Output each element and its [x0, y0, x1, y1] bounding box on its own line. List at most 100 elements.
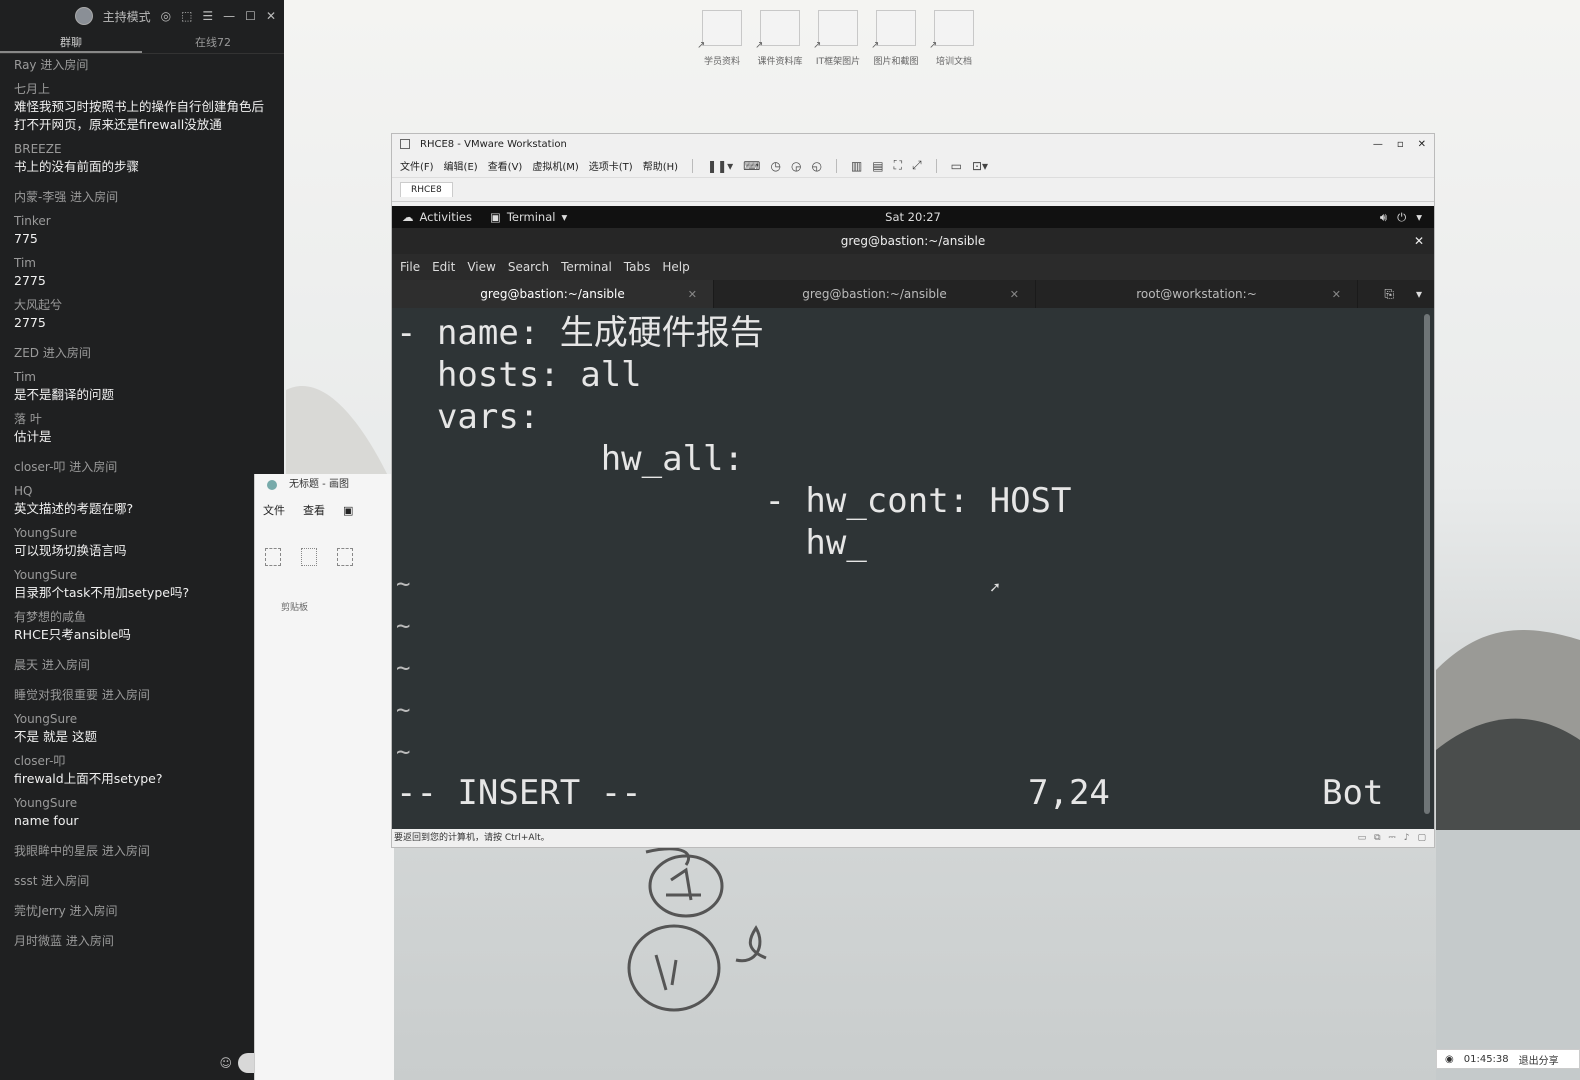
display-icon[interactable]: ▢ [1417, 829, 1426, 847]
system-menu[interactable]: 🔊︎ ⏻ ▾ [1380, 210, 1422, 225]
close-icon[interactable]: ✕ [1332, 288, 1341, 301]
chat-username[interactable]: 落 叶 [14, 410, 270, 428]
close-icon[interactable]: ✕ [266, 9, 276, 23]
chat-message: HQ 英文描述的考题在哪? [14, 482, 270, 518]
hdd-icon[interactable]: ▭ [1358, 829, 1367, 847]
terminal-tab[interactable]: greg@bastion:~/ansible ✕ [392, 280, 714, 308]
chat-text: 英文描述的考题在哪? [14, 501, 134, 516]
vm-menu-file[interactable]: 文件(F) [400, 158, 434, 173]
vim-editor[interactable]: - name: 生成硬件报告 hosts: all vars: hw_all: … [392, 308, 1434, 831]
cut-icon[interactable] [301, 548, 317, 566]
usb-icon[interactable]: ⎓ [1389, 829, 1396, 847]
chat-titlebar: 主持模式 ◎ ⬚ ☰ — ☐ ✕ [0, 0, 284, 32]
tab-online[interactable]: 在线72 [142, 32, 284, 53]
vmware-menubar: 文件(F) 编辑(E) 查看(V) 虚拟机(M) 选项卡(T) 帮助(H) ❚❚… [392, 154, 1434, 178]
maximize-icon[interactable]: ▫ [1397, 139, 1404, 150]
close-icon[interactable]: ✕ [1418, 139, 1426, 150]
chat-username[interactable]: HQ [14, 482, 270, 500]
desktop-icon[interactable]: 学员资料 [692, 10, 752, 67]
code-line: - hw_cont: HOST [396, 481, 1072, 521]
vmware-titlebar: RHCE8 - VMware Workstation — ▫ ✕ [392, 134, 1434, 154]
minimize-icon[interactable]: — [1373, 139, 1383, 150]
terminal-tab[interactable]: root@workstation:~ ✕ [1036, 280, 1358, 308]
pause-icon[interactable]: ❚❚▾ [707, 159, 733, 173]
terminal-tab[interactable]: greg@bastion:~/ansible ✕ [714, 280, 1036, 308]
vm-menu-help[interactable]: 帮助(H) [643, 158, 678, 173]
chat-text: RHCE只考ansible吗 [14, 627, 131, 642]
vm-menu-edit[interactable]: 编辑(E) [444, 158, 478, 173]
chat-username[interactable]: YoungSure [14, 794, 270, 812]
vm-menu-view[interactable]: 查看(V) [488, 158, 523, 173]
exit-share-button[interactable]: 退出分享 [1519, 1052, 1559, 1067]
chat-username[interactable]: 有梦想的咸鱼 [14, 608, 270, 626]
chat-username[interactable]: BREEZE [14, 140, 270, 158]
thumbnail-view-icon[interactable]: ▤ [872, 159, 883, 173]
close-icon[interactable]: ✕ [688, 288, 697, 301]
stretch-icon[interactable]: ⊡▾ [972, 159, 988, 173]
send-keys-icon[interactable]: ⌨ [743, 159, 760, 173]
term-menu-edit[interactable]: Edit [432, 260, 455, 274]
close-icon[interactable]: ✕ [1010, 288, 1019, 301]
chat-username[interactable]: YoungSure [14, 524, 270, 542]
desktop-icon[interactable]: IT框架图片 [808, 10, 868, 67]
unity-icon[interactable]: ⤢ [912, 158, 922, 173]
chat-text: 2775 [14, 273, 46, 288]
code-line: hw_all: [396, 439, 744, 479]
tab-rhce8[interactable]: RHCE8 [400, 182, 453, 197]
paint-menu-file[interactable]: 文件 [263, 496, 285, 526]
console-icon[interactable]: ▭ [951, 159, 962, 173]
snapshot-icon[interactable]: ◷ [771, 159, 781, 173]
sidebar-view-icon[interactable]: ▥ [851, 159, 862, 173]
chat-text: firewald上面不用setype? [14, 771, 163, 786]
chat-username[interactable]: Tim [14, 254, 270, 272]
desktop-icon[interactable]: 图片和截图 [866, 10, 926, 67]
minimize-icon[interactable]: — [223, 9, 235, 23]
activities-button[interactable]: ☁ Activities [402, 210, 472, 224]
chat-username[interactable]: closer-叩 [14, 752, 270, 770]
term-menu-view[interactable]: View [467, 260, 495, 274]
close-icon[interactable]: ✕ [1414, 228, 1424, 254]
chat-username[interactable]: Tinker [14, 212, 270, 230]
desktop-icon[interactable]: 培训文档 [924, 10, 984, 67]
avatar[interactable] [74, 7, 93, 25]
paste-icon[interactable] [265, 548, 281, 566]
vm-menu-vm[interactable]: 虚拟机(M) [532, 158, 578, 173]
share-icon[interactable]: ⬚ [181, 9, 192, 23]
info-icon[interactable]: ◎ [161, 9, 171, 23]
sound-icon[interactable]: ♪ [1404, 829, 1410, 847]
chat-username[interactable]: YoungSure [14, 710, 270, 728]
menu-icon[interactable]: ☰ [202, 9, 213, 23]
chevron-down-icon[interactable]: ▾ [1416, 287, 1422, 302]
terminal-icon: ▣ [489, 210, 501, 224]
guest-screen[interactable]: ☁ Activities ▣ Terminal ▾ Sat 20:27 🔊︎ ⏻… [392, 206, 1434, 831]
chat-panel: 主持模式 ◎ ⬚ ☰ — ☐ ✕ 群聊 在线72 Ray 进入房间 七月上 难怪我预… [0, 0, 284, 1080]
save-icon[interactable]: ▣ [343, 496, 353, 526]
fullscreen-icon[interactable]: ⛶ [894, 158, 902, 173]
term-menu-help[interactable]: Help [662, 260, 689, 274]
chat-username[interactable]: 大风起兮 [14, 296, 270, 314]
snapshot-manager-icon[interactable]: ◵ [811, 159, 821, 173]
chat-username[interactable]: 七月上 [14, 80, 270, 98]
paint-menu-view[interactable]: 查看 [303, 496, 325, 526]
select-icon[interactable] [337, 548, 353, 566]
scrollbar[interactable] [1424, 314, 1430, 814]
empty-line-marker: ~ [396, 738, 411, 766]
new-tab-icon[interactable]: ⎘ [1384, 287, 1394, 302]
desktop-icon[interactable]: 课件资料库 [750, 10, 810, 67]
revert-snapshot-icon[interactable]: ◶ [791, 159, 801, 173]
chat-message: closer-叩 firewald上面不用setype? [14, 752, 270, 788]
maximize-icon[interactable]: ☐ [245, 9, 256, 23]
emoji-icon[interactable]: ☺ [219, 1056, 232, 1070]
term-menu-file[interactable]: File [400, 260, 420, 274]
app-menu[interactable]: ▣ Terminal ▾ [490, 210, 567, 224]
folder-icon [929, 10, 974, 51]
chat-username[interactable]: YoungSure [14, 566, 270, 584]
term-menu-search[interactable]: Search [508, 260, 549, 274]
vm-menu-tabs[interactable]: 选项卡(T) [589, 158, 633, 173]
tab-group-chat[interactable]: 群聊 [0, 32, 142, 53]
term-menu-terminal[interactable]: Terminal [561, 260, 612, 274]
network-icon[interactable]: ⧉ [1374, 829, 1380, 847]
chat-username[interactable]: Tim [14, 368, 270, 386]
gnome-clock[interactable]: Sat 20:27 [885, 210, 941, 224]
term-menu-tabs[interactable]: Tabs [624, 260, 651, 274]
